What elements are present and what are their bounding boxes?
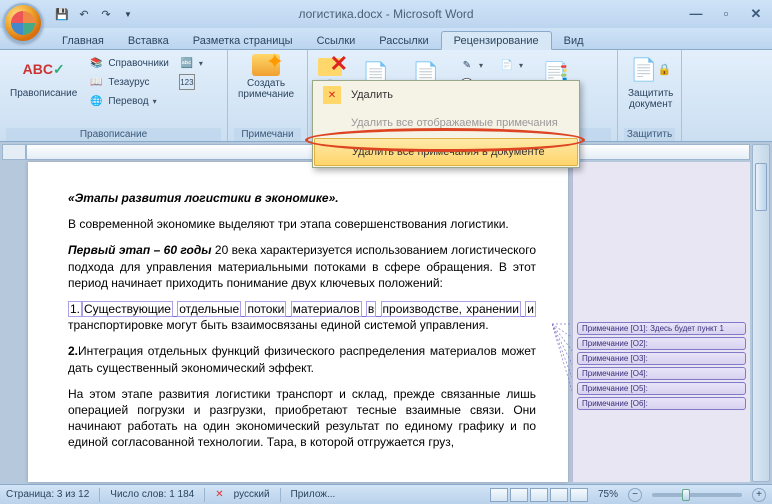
group-label-comments: Примечани bbox=[234, 128, 301, 141]
language-icon: 🔤 bbox=[179, 55, 195, 71]
delete-comment-dropdown: ✕Удалить Удалить все отображаемые примеч… bbox=[312, 80, 580, 168]
zoom-in-button[interactable]: + bbox=[752, 488, 766, 502]
zoom-slider-thumb[interactable] bbox=[682, 489, 690, 501]
count-icon: 123 bbox=[179, 74, 195, 90]
proof-icon[interactable]: ✕ bbox=[215, 489, 223, 500]
zoom-slider[interactable] bbox=[652, 493, 742, 497]
comment-2[interactable]: Примечание [O2]: bbox=[577, 337, 746, 350]
view-buttons bbox=[490, 488, 588, 502]
comment-6[interactable]: Примечание [O6]: bbox=[577, 397, 746, 410]
protect-document-button[interactable]: 📄🔒 Защитить документ bbox=[624, 52, 677, 112]
group-label-spelling: Правописание bbox=[6, 128, 221, 141]
doc-li2: 2.2.Интеграция отдельных функций физичес… bbox=[68, 343, 536, 375]
view-outline[interactable] bbox=[550, 488, 568, 502]
dropdown-delete-all[interactable]: Удалить все примечания в документе bbox=[314, 138, 578, 166]
maximize-button[interactable]: ▫ bbox=[716, 6, 736, 22]
spelling-button[interactable]: ABC✓ Правописание bbox=[6, 52, 81, 101]
delete-icon: ✕ bbox=[323, 86, 341, 104]
tab-mailings[interactable]: Рассылки bbox=[367, 32, 440, 49]
thesaurus-button[interactable]: 📖Тезаурус bbox=[85, 73, 172, 91]
view-web-layout[interactable] bbox=[530, 488, 548, 502]
tab-review[interactable]: Рецензирование bbox=[441, 31, 552, 50]
qat-save-icon[interactable]: 💾 bbox=[54, 6, 70, 22]
word-count-button[interactable]: 123 bbox=[176, 73, 206, 91]
dropdown-delete[interactable]: ✕Удалить bbox=[313, 81, 579, 109]
comment-3[interactable]: Примечание [O3]: bbox=[577, 352, 746, 365]
minimize-button[interactable]: — bbox=[686, 6, 706, 22]
tab-view[interactable]: Вид bbox=[552, 32, 596, 49]
office-button[interactable] bbox=[3, 3, 43, 43]
comments-pane: Примечание [O1]: Здесь будет пункт 1 При… bbox=[572, 162, 750, 482]
doc-li1: 1.Существующие отдельные потоки материал… bbox=[68, 301, 536, 333]
vertical-ruler[interactable] bbox=[2, 144, 26, 160]
ribbon-tabs: Главная Вставка Разметка страницы Ссылки… bbox=[0, 28, 772, 50]
translate-icon: 🌐 bbox=[88, 93, 104, 109]
qat-undo-icon[interactable]: ↶ bbox=[76, 6, 92, 22]
research-button[interactable]: 📚Справочники bbox=[85, 54, 172, 72]
tab-insert[interactable]: Вставка bbox=[116, 32, 181, 49]
document-area: «Этапы развития логистики в экономике». … bbox=[0, 142, 772, 484]
dropdown-delete-shown: Удалить все отображаемые примечания bbox=[313, 109, 579, 137]
abc-check-icon: ABC✓ bbox=[28, 54, 60, 86]
status-attachment[interactable]: Прилож... bbox=[291, 489, 336, 500]
window-title: логистика.docx - Microsoft Word bbox=[298, 7, 473, 21]
qat-redo-icon[interactable]: ↷ bbox=[98, 6, 114, 22]
delete-comment-icon: ✕ bbox=[318, 58, 342, 76]
doc-p1: В современной экономике выделяют три эта… bbox=[68, 216, 536, 232]
vertical-scrollbar[interactable] bbox=[752, 144, 770, 482]
document-page[interactable]: «Этапы развития логистики в экономике». … bbox=[28, 162, 568, 482]
view-print-layout[interactable] bbox=[490, 488, 508, 502]
new-comment-button[interactable]: ✦ Создать примечание bbox=[234, 52, 298, 102]
tab-home[interactable]: Главная bbox=[50, 32, 116, 49]
accept-button[interactable]: 📄▾ bbox=[496, 56, 526, 74]
zoom-value[interactable]: 75% bbox=[598, 489, 618, 500]
close-button[interactable]: ✕ bbox=[746, 6, 766, 22]
doc-p3: На этом этапе развития логистики транспо… bbox=[68, 386, 536, 451]
tab-references[interactable]: Ссылки bbox=[305, 32, 368, 49]
doc-heading: «Этапы развития логистики в экономике». bbox=[68, 190, 536, 206]
status-bar: Страница: 3 из 12 Число слов: 1 184 ✕ ру… bbox=[0, 484, 772, 504]
pencil-icon: ✎ bbox=[459, 57, 475, 73]
set-language-button[interactable]: 🔤▾ bbox=[176, 54, 206, 72]
books-icon: 📚 bbox=[88, 55, 104, 71]
tab-page-layout[interactable]: Разметка страницы bbox=[181, 32, 305, 49]
doc-p2: Первый этап – 60 годы 20 века характериз… bbox=[68, 242, 536, 291]
zoom-out-button[interactable]: − bbox=[628, 488, 642, 502]
view-draft[interactable] bbox=[570, 488, 588, 502]
translate-button[interactable]: 🌐Перевод▾ bbox=[85, 92, 172, 110]
thesaurus-icon: 📖 bbox=[88, 74, 104, 90]
qat-dropdown-icon[interactable]: ▼ bbox=[120, 6, 136, 22]
tracking-button[interactable]: ✎▾ bbox=[456, 56, 486, 74]
comment-5[interactable]: Примечание [O5]: bbox=[577, 382, 746, 395]
view-full-screen[interactable] bbox=[510, 488, 528, 502]
lock-icon: 📄🔒 bbox=[635, 54, 667, 86]
new-comment-icon: ✦ bbox=[252, 54, 280, 76]
comment-4[interactable]: Примечание [O4]: bbox=[577, 367, 746, 380]
group-label-protect: Защитить bbox=[624, 128, 675, 141]
scrollbar-thumb[interactable] bbox=[755, 163, 767, 211]
accept-icon: 📄 bbox=[499, 57, 515, 73]
comment-1[interactable]: Примечание [O1]: Здесь будет пункт 1 bbox=[577, 322, 746, 335]
status-word-count[interactable]: Число слов: 1 184 bbox=[110, 489, 194, 500]
status-page[interactable]: Страница: 3 из 12 bbox=[6, 489, 89, 500]
status-language[interactable]: русский bbox=[234, 489, 270, 500]
